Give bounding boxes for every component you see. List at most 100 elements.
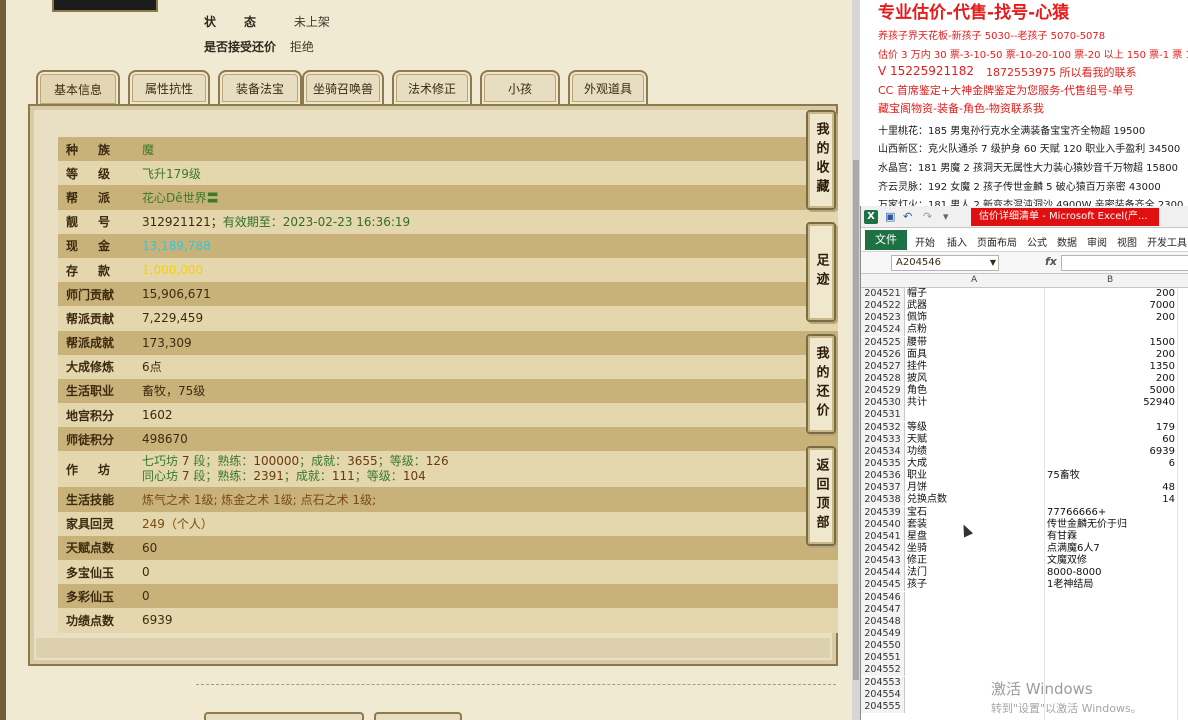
cell-a[interactable]: 武器	[907, 300, 1043, 312]
cell-a[interactable]: 帽子	[907, 288, 1043, 300]
cell-a[interactable]: 角色	[907, 385, 1043, 397]
cell-b[interactable]: 14	[1047, 494, 1175, 506]
cell-b[interactable]: 52940	[1047, 397, 1175, 409]
cell-a[interactable]: 功绩	[907, 446, 1043, 458]
row-number[interactable]: 204542	[861, 542, 905, 555]
cell-a[interactable]: 星盘	[907, 531, 1043, 543]
cell-a[interactable]: 披风	[907, 373, 1043, 385]
back-to-top-button[interactable]: 返回顶部	[806, 446, 836, 546]
name-box-dropdown-icon[interactable]: ▼	[990, 256, 996, 270]
tab-basic-info[interactable]: 基本信息	[36, 70, 120, 108]
my-favorites-button[interactable]: 我的收藏	[806, 110, 836, 210]
cell-a[interactable]: 孩子	[907, 579, 1043, 591]
ribbon-tab-page-layout[interactable]: 页面布局	[977, 234, 1017, 249]
cell-a[interactable]: 共计	[907, 397, 1043, 409]
ribbon-tab-review[interactable]: 审阅	[1087, 234, 1107, 249]
cell-b[interactable]: 60	[1047, 434, 1175, 446]
cell-a[interactable]: 兑换点数	[907, 494, 1043, 506]
row-number[interactable]: 204539	[861, 506, 905, 519]
cell-a[interactable]: 坐骑	[907, 543, 1043, 555]
ribbon-tab-insert[interactable]: 插入	[947, 234, 967, 249]
row-number[interactable]: 204546	[861, 591, 905, 604]
cell-a[interactable]: 佩饰	[907, 312, 1043, 324]
tab-children[interactable]: 小孩	[480, 70, 560, 106]
ribbon-tab-developer[interactable]: 开发工具	[1147, 234, 1187, 249]
cell-a[interactable]: 大成	[907, 458, 1043, 470]
cell-a[interactable]: 套装	[907, 519, 1043, 531]
ribbon-tab-formulas[interactable]: 公式	[1027, 234, 1047, 249]
tab-mounts-pets[interactable]: 坐骑召唤兽	[302, 70, 384, 106]
left-panel-scrollbar[interactable]	[852, 0, 860, 720]
cell-b[interactable]: 7000	[1047, 300, 1175, 312]
row-number[interactable]: 204547	[861, 603, 905, 616]
cell-a[interactable]: 腰带	[907, 337, 1043, 349]
row-number[interactable]: 204531	[861, 409, 905, 422]
row-number[interactable]: 204527	[861, 360, 905, 373]
scrollbar-thumb[interactable]	[853, 160, 859, 680]
row-number[interactable]: 204554	[861, 688, 905, 701]
row-number[interactable]: 204548	[861, 615, 905, 628]
row-number[interactable]: 204532	[861, 421, 905, 434]
row-number[interactable]: 204534	[861, 445, 905, 458]
cell-b[interactable]: 1500	[1047, 337, 1175, 349]
cell-b[interactable]: 77766666+	[1047, 507, 1175, 519]
footprint-button[interactable]: 足迹	[806, 222, 836, 322]
my-bargain-button[interactable]: 我的还价	[806, 334, 836, 434]
cell-a[interactable]: 月饼	[907, 482, 1043, 494]
row-number[interactable]: 204538	[861, 494, 905, 507]
row-number[interactable]: 204536	[861, 470, 905, 483]
tab-equipment[interactable]: 装备法宝	[218, 70, 302, 106]
row-number[interactable]: 204552	[861, 664, 905, 677]
row-number[interactable]: 204528	[861, 372, 905, 385]
cell-a[interactable]: 面具	[907, 349, 1043, 361]
row-number[interactable]: 204549	[861, 627, 905, 640]
row-number[interactable]: 204543	[861, 555, 905, 568]
bottom-action-button-2[interactable]	[374, 712, 462, 720]
cell-b[interactable]: 6	[1047, 458, 1175, 470]
row-number[interactable]: 204555	[861, 700, 905, 713]
cell-b[interactable]: 1350	[1047, 361, 1175, 373]
cell-b[interactable]: 6939	[1047, 446, 1175, 458]
ribbon-tab-data[interactable]: 数据	[1057, 234, 1077, 249]
row-number[interactable]: 204550	[861, 640, 905, 653]
ribbon-tab-file[interactable]: 文件	[865, 230, 907, 250]
cell-b[interactable]: 8000-8000	[1047, 567, 1175, 579]
row-number[interactable]: 204521	[861, 288, 905, 300]
undo-icon[interactable]: ↶	[903, 210, 912, 223]
cell-a[interactable]: 职业	[907, 470, 1043, 482]
tab-spell-modify[interactable]: 法术修正	[392, 70, 472, 106]
row-number[interactable]: 204529	[861, 385, 905, 398]
cell-a[interactable]: 点粉	[907, 324, 1043, 336]
insert-function-icon[interactable]: fx	[1045, 255, 1057, 268]
row-number[interactable]: 204523	[861, 312, 905, 325]
cell-a[interactable]: 等级	[907, 422, 1043, 434]
tab-attributes[interactable]: 属性抗性	[128, 70, 210, 106]
customize-toolbar-icon[interactable]: ▾	[943, 210, 949, 223]
row-number[interactable]: 204522	[861, 300, 905, 313]
row-number[interactable]: 204530	[861, 397, 905, 410]
column-header-b[interactable]: B	[1107, 275, 1113, 285]
cell-b[interactable]: 点满魔6人7	[1047, 543, 1175, 555]
cell-b[interactable]: 200	[1047, 312, 1175, 324]
row-number[interactable]: 204533	[861, 433, 905, 446]
cell-b[interactable]: 179	[1047, 422, 1175, 434]
name-box[interactable]: A204546 ▼	[891, 255, 999, 271]
cell-b[interactable]: 传世金麟无价于归	[1047, 519, 1175, 531]
ribbon-tab-home[interactable]: 开始	[915, 234, 935, 249]
cell-b[interactable]: 200	[1047, 288, 1175, 300]
cell-a[interactable]: 法门	[907, 567, 1043, 579]
cell-a[interactable]: 宝石	[907, 507, 1043, 519]
cell-b[interactable]: 200	[1047, 349, 1175, 361]
row-number[interactable]: 204541	[861, 530, 905, 543]
cell-b[interactable]: 48	[1047, 482, 1175, 494]
row-number[interactable]: 204544	[861, 567, 905, 580]
row-number[interactable]: 204525	[861, 336, 905, 349]
save-icon[interactable]: ▣	[885, 210, 895, 223]
row-number[interactable]: 204553	[861, 676, 905, 689]
row-number[interactable]: 204537	[861, 482, 905, 495]
tab-appearance[interactable]: 外观道具	[568, 70, 648, 106]
cell-b[interactable]: 75畜牧	[1047, 470, 1175, 482]
column-header-a[interactable]: A	[971, 275, 977, 285]
redo-icon[interactable]: ↷	[923, 210, 932, 223]
row-number[interactable]: 204535	[861, 457, 905, 470]
